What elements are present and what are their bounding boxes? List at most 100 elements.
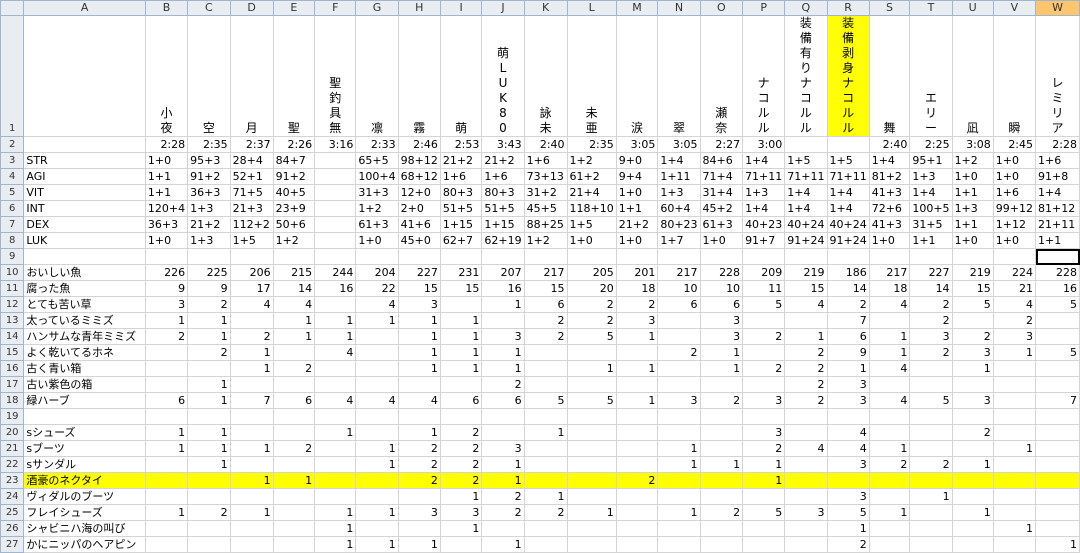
cell-J11[interactable]: 16 (481, 280, 525, 297)
row-header-26[interactable]: 26 (0, 520, 25, 537)
cell-P25[interactable]: 5 (742, 504, 786, 521)
cell-K14[interactable]: 2 (523, 328, 568, 345)
cell-H5[interactable]: 12+0 (397, 184, 441, 201)
cell-A3[interactable]: STR (23, 152, 146, 169)
cell-S21[interactable]: 1 (868, 440, 911, 457)
cell-O24[interactable] (699, 488, 744, 505)
cell-S15[interactable]: 1 (868, 344, 911, 361)
cell-R10[interactable]: 186 (826, 264, 870, 281)
cell-D10[interactable]: 206 (229, 264, 274, 281)
row-header-10[interactable]: 10 (0, 264, 25, 281)
row-header-15[interactable]: 15 (0, 344, 25, 361)
cell-O17[interactable] (699, 376, 744, 393)
cell-V1[interactable]: 瞬 (992, 15, 1037, 137)
cell-G17[interactable] (355, 376, 399, 393)
cell-K12[interactable]: 6 (523, 296, 568, 313)
cell-M16[interactable]: 1 (615, 360, 659, 377)
cell-S23[interactable] (868, 472, 911, 489)
cell-C3[interactable]: 95+3 (187, 152, 231, 169)
cell-U14[interactable]: 2 (951, 328, 994, 345)
cell-O26[interactable] (699, 520, 744, 537)
cell-Q12[interactable]: 4 (784, 296, 828, 313)
cell-R14[interactable]: 6 (826, 328, 870, 345)
cell-C26[interactable] (187, 520, 231, 537)
cell-P8[interactable]: 91+7 (742, 232, 786, 249)
cell-T16[interactable] (909, 360, 953, 377)
cell-A9[interactable] (23, 248, 146, 265)
cell-W21[interactable] (1035, 440, 1080, 457)
cell-P16[interactable]: 2 (742, 360, 786, 377)
cell-B3[interactable]: 1+0 (144, 152, 189, 169)
cell-R4[interactable]: 71+11 (826, 168, 870, 185)
cell-Q11[interactable]: 15 (784, 280, 828, 297)
cell-T14[interactable]: 3 (909, 328, 953, 345)
cell-R11[interactable]: 14 (826, 280, 870, 297)
cell-N3[interactable]: 1+4 (657, 152, 701, 169)
cell-V23[interactable] (992, 472, 1037, 489)
cell-K19[interactable] (523, 408, 568, 425)
cell-C24[interactable] (187, 488, 231, 505)
cell-H6[interactable]: 2+0 (397, 200, 441, 217)
cell-A16[interactable]: 古く青い箱 (23, 360, 146, 377)
cell-W27[interactable]: 1 (1035, 536, 1080, 553)
cell-J26[interactable] (481, 520, 525, 537)
cell-U21[interactable] (951, 440, 994, 457)
cell-V27[interactable] (992, 536, 1037, 553)
cell-R9[interactable] (826, 248, 870, 265)
cell-P11[interactable]: 11 (742, 280, 786, 297)
cell-F20[interactable]: 1 (314, 424, 357, 441)
row-header-1[interactable]: 1 (0, 15, 25, 137)
cell-T9[interactable] (909, 248, 953, 265)
cell-J13[interactable] (481, 312, 525, 329)
cell-M23[interactable]: 2 (615, 472, 659, 489)
cell-N5[interactable]: 1+3 (657, 184, 701, 201)
cell-M24[interactable] (615, 488, 659, 505)
cell-O6[interactable]: 45+2 (699, 200, 744, 217)
cell-Q22[interactable] (784, 456, 828, 473)
cell-J25[interactable]: 2 (481, 504, 525, 521)
cell-B4[interactable]: 1+1 (144, 168, 189, 185)
cell-G18[interactable]: 4 (355, 392, 399, 409)
cell-P19[interactable] (742, 408, 786, 425)
cell-D23[interactable]: 1 (229, 472, 274, 489)
cell-Q18[interactable]: 2 (784, 392, 828, 409)
cell-Q2[interactable] (784, 136, 828, 153)
cell-T10[interactable]: 227 (909, 264, 953, 281)
cell-S8[interactable]: 1+0 (868, 232, 911, 249)
cell-V20[interactable] (992, 424, 1037, 441)
cell-K21[interactable] (523, 440, 568, 457)
cell-W23[interactable] (1035, 472, 1080, 489)
cell-A6[interactable]: INT (23, 200, 146, 217)
cell-H20[interactable]: 1 (397, 424, 441, 441)
cell-O25[interactable]: 2 (699, 504, 744, 521)
cell-D16[interactable]: 1 (229, 360, 274, 377)
cell-K10[interactable]: 217 (523, 264, 568, 281)
cell-H18[interactable]: 4 (397, 392, 441, 409)
cell-S14[interactable]: 1 (868, 328, 911, 345)
cell-W2[interactable]: 2:28 (1035, 136, 1080, 153)
cell-V9[interactable] (992, 248, 1037, 265)
cell-V18[interactable] (992, 392, 1037, 409)
cell-U6[interactable]: 1+3 (951, 200, 994, 217)
row-header-20[interactable]: 20 (0, 424, 25, 441)
cell-A18[interactable]: 緑ハーブ (23, 392, 146, 409)
cell-I27[interactable] (439, 536, 483, 553)
cell-S26[interactable] (868, 520, 911, 537)
row-header-24[interactable]: 24 (0, 488, 25, 505)
cell-Q26[interactable] (784, 520, 828, 537)
cell-M19[interactable] (615, 408, 659, 425)
cell-H15[interactable]: 1 (397, 344, 441, 361)
cell-J19[interactable] (481, 408, 525, 425)
cell-N19[interactable] (657, 408, 701, 425)
row-header-16[interactable]: 16 (0, 360, 25, 377)
cell-A27[interactable]: かにニッパのヘアピン (23, 536, 146, 553)
cell-W19[interactable] (1035, 408, 1080, 425)
column-header-C[interactable]: C (187, 0, 231, 16)
cell-P21[interactable]: 2 (742, 440, 786, 457)
cell-A11[interactable]: 腐った魚 (23, 280, 146, 297)
spreadsheet-grid[interactable]: A B C D E F G H I J K L M N O P Q R S T U V W 1 小夜空 月 聖 聖釣具無凛 霧 萌 萌LUK… (0, 0, 1080, 553)
cell-J5[interactable]: 80+3 (481, 184, 525, 201)
cell-R22[interactable]: 3 (826, 456, 870, 473)
cell-F17[interactable] (314, 376, 357, 393)
cell-B20[interactable]: 1 (144, 424, 189, 441)
